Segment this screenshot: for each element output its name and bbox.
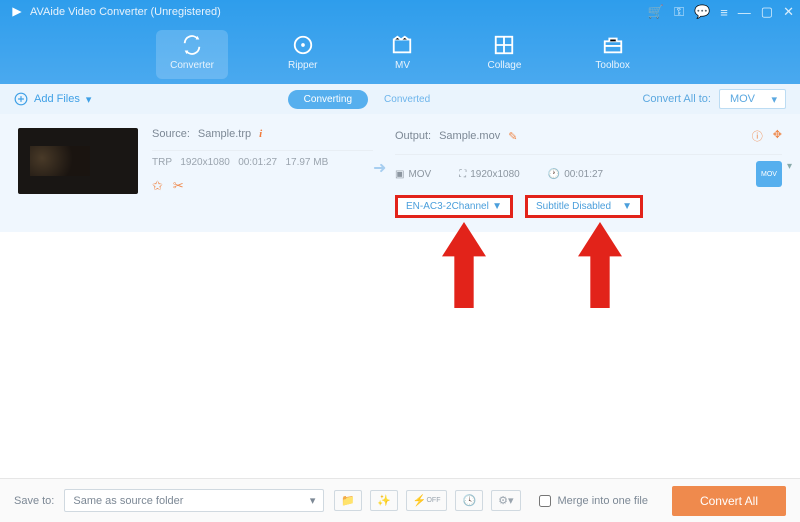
task-schedule-button[interactable]: 🕓	[455, 490, 483, 511]
tab-toolbox-label: Toolbox	[595, 60, 629, 71]
resolution-icon: ⛶	[459, 169, 466, 180]
output-column: Output: Sample.mov ✎ ⓘ ✥ ▣MOV ⛶1920x1080…	[395, 128, 782, 218]
menu-icon[interactable]: ≡	[720, 5, 728, 20]
info2-icon[interactable]: ⓘ	[752, 128, 763, 144]
maximize-icon[interactable]: ▢	[761, 4, 773, 20]
tab-ripper[interactable]: Ripper	[274, 30, 331, 79]
app-title: AVAide Video Converter (Unregistered)	[30, 6, 221, 18]
chevron-down-icon: ▾	[86, 93, 92, 106]
merge-checkbox[interactable]: Merge into one file	[539, 495, 648, 507]
toolbox-icon	[602, 34, 624, 56]
mv-icon	[391, 34, 413, 56]
rename-icon[interactable]: ✎	[508, 130, 517, 143]
convert-all-format-select[interactable]: MOV	[719, 89, 786, 109]
app-logo-icon	[10, 5, 24, 19]
callout-arrow-icon	[442, 222, 486, 308]
tab-toolbox[interactable]: Toolbox	[581, 30, 643, 79]
compress-icon[interactable]: ✥	[773, 128, 782, 144]
output-filename: Sample.mov	[439, 130, 500, 142]
enhance-button[interactable]: ✨	[370, 490, 398, 511]
ripper-icon	[292, 34, 314, 56]
app-window: AVAide Video Converter (Unregistered) 🛒 …	[0, 0, 800, 522]
source-column: Source: Sample.trp i TRP 1920x1080 00:01…	[138, 128, 373, 218]
chevron-down-icon: ▼	[492, 201, 502, 212]
minimize-icon[interactable]: —	[738, 5, 751, 20]
source-filename: Sample.trp	[198, 128, 251, 140]
merge-checkbox-input[interactable]	[539, 495, 551, 507]
convert-all-to-label: Convert All to:	[642, 93, 710, 105]
output-label: Output:	[395, 130, 431, 142]
saveto-select[interactable]: Same as source folder▾	[64, 489, 324, 512]
annotation-arrows	[442, 222, 622, 308]
chevron-down-icon: ▼	[622, 201, 632, 212]
source-label: Source:	[152, 128, 190, 140]
add-files-button[interactable]: Add Files ▾	[14, 92, 91, 106]
convert-all-button[interactable]: Convert All	[672, 486, 786, 516]
feedback-icon[interactable]: 💬	[694, 4, 710, 20]
tab-collage-label: Collage	[487, 60, 521, 71]
converter-icon	[181, 34, 203, 56]
subbar: Add Files ▾ Converting Converted Convert…	[0, 84, 800, 114]
tab-mv-label: MV	[395, 60, 410, 71]
output-meta: ▣MOV ⛶1920x1080 🕐00:01:27 MOV ▾	[395, 161, 782, 187]
hw-accel-button[interactable]: ⚡OFF	[406, 490, 448, 511]
output-format-badge[interactable]: MOV	[756, 161, 782, 187]
arrow-divider-icon: ➜	[373, 128, 395, 218]
converted-tab[interactable]: Converted	[368, 90, 446, 109]
cut-icon[interactable]: ✂	[173, 178, 184, 194]
saveto-label: Save to:	[14, 495, 54, 507]
collage-icon	[493, 34, 515, 56]
file-row: Source: Sample.trp i TRP 1920x1080 00:01…	[0, 114, 800, 232]
subtitle-select[interactable]: Subtitle Disabled▼	[525, 195, 643, 218]
tab-ripper-label: Ripper	[288, 60, 317, 71]
tab-mv[interactable]: MV	[377, 30, 427, 79]
chevron-down-icon[interactable]: ▾	[787, 161, 792, 172]
callout-arrow-icon	[578, 222, 622, 308]
content-area: Source: Sample.trp i TRP 1920x1080 00:01…	[0, 114, 800, 478]
tab-converter-label: Converter	[170, 60, 214, 71]
titlebar: AVAide Video Converter (Unregistered) 🛒 …	[0, 0, 800, 84]
footer: Save to: Same as source folder▾ 📁 ✨ ⚡OFF…	[0, 478, 800, 522]
source-meta: TRP 1920x1080 00:01:27 17.97 MB	[152, 157, 373, 168]
info-icon[interactable]: i	[259, 128, 262, 140]
tab-converter[interactable]: Converter	[156, 30, 228, 79]
plus-circle-icon	[14, 92, 28, 106]
nav-tabs: Converter Ripper MV Collage Toolbox	[0, 30, 800, 79]
tab-collage[interactable]: Collage	[473, 30, 535, 79]
merge-label: Merge into one file	[557, 495, 648, 507]
audio-track-select[interactable]: EN-AC3-2Channel▼	[395, 195, 513, 218]
film-icon: ▣	[395, 169, 404, 180]
clock-icon: 🕐	[548, 169, 560, 180]
cart-icon[interactable]: 🛒	[648, 4, 664, 20]
settings-button[interactable]: ⚙▾	[491, 490, 520, 511]
open-folder-button[interactable]: 📁	[334, 490, 362, 511]
video-thumbnail[interactable]	[18, 128, 138, 194]
converting-tab[interactable]: Converting	[288, 90, 368, 109]
add-files-label: Add Files	[34, 93, 80, 105]
key-icon[interactable]: ⚿	[674, 4, 684, 20]
chevron-down-icon: ▾	[310, 494, 316, 507]
window-controls: 🛒 ⚿ 💬 ≡ — ▢ ✕	[648, 4, 794, 20]
close-icon[interactable]: ✕	[783, 4, 794, 20]
edit-star-icon[interactable]: ✩	[152, 178, 163, 194]
